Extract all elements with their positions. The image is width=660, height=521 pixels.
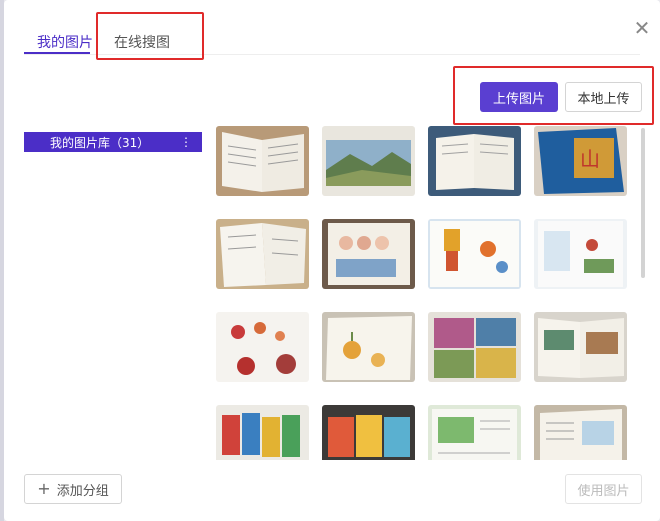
- children-book-faces-photo: [322, 219, 415, 289]
- image-thumbnail[interactable]: [322, 219, 415, 289]
- image-thumbnail[interactable]: [534, 219, 627, 289]
- plus-icon: +: [37, 479, 51, 498]
- image-grid-scrollbar[interactable]: [641, 128, 645, 278]
- image-thumbnail[interactable]: [216, 126, 309, 196]
- use-image-button[interactable]: 使用图片: [565, 474, 642, 504]
- image-thumbnail[interactable]: [322, 405, 415, 460]
- book-diagram-photo: [534, 405, 627, 460]
- open-workbook-photo: [216, 219, 309, 289]
- image-thumbnail[interactable]: [534, 405, 627, 460]
- image-picker-dialog: ✕ 我的图片 在线搜图 上传图片 本地上传 我的图片库（31） ⋮ 山 + 添加…: [4, 0, 660, 521]
- illustrated-book-map-photo: [534, 219, 627, 289]
- image-grid: 山: [216, 126, 638, 460]
- close-icon[interactable]: ✕: [632, 18, 652, 38]
- add-group-button[interactable]: + 添加分组: [24, 474, 122, 504]
- image-thumbnail[interactable]: [428, 405, 521, 460]
- open-book-photo: [216, 126, 309, 196]
- illustrated-book-robot-photo: [428, 219, 521, 289]
- image-thumbnail[interactable]: [428, 312, 521, 382]
- sidebar-item-my-library[interactable]: 我的图片库（31） ⋮: [24, 132, 202, 152]
- snack-bags-photo: [322, 405, 415, 460]
- sidebar-item-label: 我的图片库（31）: [50, 135, 150, 150]
- add-group-label: 添加分组: [56, 483, 109, 499]
- magazine-collage-photo: [428, 312, 521, 382]
- tab-my-images[interactable]: 我的图片: [37, 32, 93, 52]
- image-thumbnail[interactable]: [428, 126, 521, 196]
- image-thumbnail[interactable]: [216, 219, 309, 289]
- highlight-box-upload-buttons: [453, 66, 654, 125]
- image-thumbnail[interactable]: [322, 126, 415, 196]
- landscape-page-photo: [322, 126, 415, 196]
- image-thumbnail[interactable]: [534, 312, 627, 382]
- more-vertical-icon[interactable]: ⋮: [180, 135, 192, 149]
- svg-text:山: 山: [580, 147, 600, 171]
- snack-packets-photo: [216, 405, 309, 460]
- image-thumbnail[interactable]: [216, 405, 309, 460]
- image-thumbnail[interactable]: [428, 219, 521, 289]
- fruit-illustration-photo: [216, 312, 309, 382]
- image-thumbnail[interactable]: [216, 312, 309, 382]
- lantern-plant-book-photo: [322, 312, 415, 382]
- highlight-box-online-search: [96, 12, 204, 60]
- image-thumbnail[interactable]: 山: [534, 126, 627, 196]
- image-thumbnail[interactable]: [322, 312, 415, 382]
- open-book-desk-photo: [428, 126, 521, 196]
- blue-cover-book-photo: 山: [534, 126, 627, 196]
- green-book-page-photo: [428, 405, 521, 460]
- open-book-pictures-photo: [534, 312, 627, 382]
